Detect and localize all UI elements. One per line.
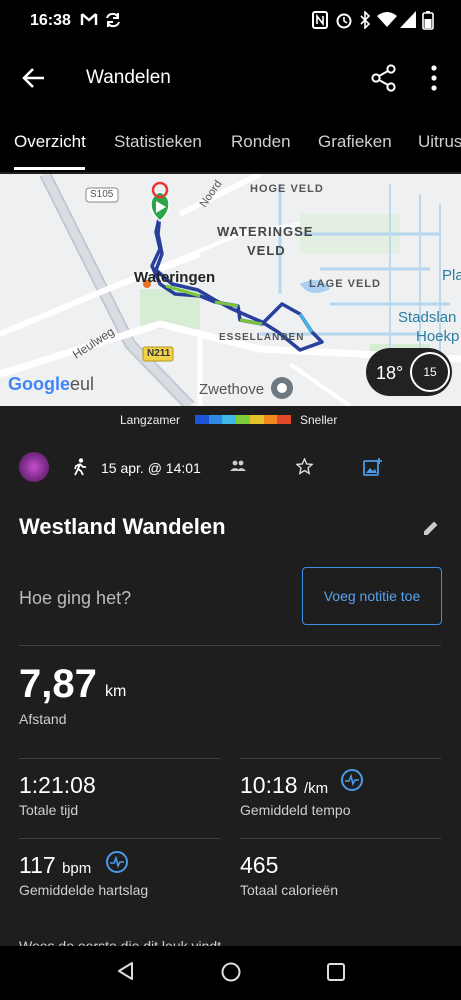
weather-temperature: 18° <box>376 363 404 383</box>
pace-label: Gemiddeld tempo <box>240 802 351 818</box>
status-bar: 16:38 <box>0 0 461 42</box>
legend-color-segment <box>249 415 264 424</box>
heart-rate-value: 117 <box>19 852 56 878</box>
add-note-button[interactable]: Voeg notitie toe <box>302 567 442 625</box>
battery-icon <box>422 11 434 30</box>
calories-value: 465 <box>240 852 279 878</box>
map-label-wateringse: WATERINGSE <box>217 224 314 239</box>
system-nav-bar <box>0 946 461 1000</box>
arrow-back-icon <box>22 68 44 88</box>
distance-label: Afstand <box>19 711 67 727</box>
pace-value-group: 10:18 /km <box>240 772 328 799</box>
map-label-hoge-veld: HOGE VELD <box>250 183 324 195</box>
more-vert-icon <box>431 65 437 91</box>
map-label-stadslan: Stadslan <box>398 309 457 326</box>
divider <box>240 838 441 839</box>
tab-bar: Overzicht Statistieken Ronden Grafieken … <box>0 114 461 172</box>
heart-rate-chart-icon[interactable] <box>106 851 128 873</box>
legend-color-segment <box>236 415 250 424</box>
map-label-lage-veld: LAGE VELD <box>309 278 381 290</box>
pace-legend: Langzamer Sneller <box>0 408 461 432</box>
divider <box>19 838 220 839</box>
calories-label: Totaal calorieën <box>240 882 339 898</box>
google-logo-text: Google <box>8 374 70 394</box>
tab-statistieken[interactable]: Statistieken <box>114 132 202 152</box>
total-time-label: Totale tijd <box>19 802 79 818</box>
heart-rate-unit: bpm <box>62 860 92 877</box>
signal-icon <box>400 11 416 28</box>
walking-icon <box>74 458 86 476</box>
wind-direction-dial: 15 <box>410 352 450 392</box>
wind-speed: 15 <box>423 365 437 379</box>
add-photo-icon[interactable] <box>363 457 383 477</box>
legend-faster-label: Sneller <box>300 413 338 427</box>
app-bar: Wandelen <box>0 42 461 114</box>
status-time: 16:38 <box>30 12 71 29</box>
tab-indicator <box>14 167 85 170</box>
share-button[interactable] <box>362 56 406 100</box>
share-icon <box>371 64 396 92</box>
legend-slower-label: Langzamer <box>120 413 181 427</box>
activity-title: Westland Wandelen <box>19 514 226 539</box>
nav-home-icon[interactable] <box>219 960 243 984</box>
legend-color-segment <box>263 415 278 424</box>
more-options-button[interactable] <box>414 56 454 100</box>
back-button[interactable] <box>12 56 56 100</box>
map-label-wateringen: Wateringen <box>134 269 216 286</box>
alarm-icon <box>336 13 352 29</box>
wifi-icon <box>377 12 397 27</box>
activity-info-row: 15 apr. @ 14:01 <box>0 448 461 488</box>
map-label-hoekp: Hoekp <box>416 328 460 345</box>
edit-icon[interactable] <box>422 519 440 537</box>
activity-date: 15 apr. @ 14:01 <box>101 460 201 476</box>
map-label-veld: VELD <box>247 243 286 258</box>
nfc-icon <box>312 11 328 29</box>
sync-icon <box>106 12 120 28</box>
avatar[interactable] <box>19 452 49 482</box>
bluetooth-icon <box>360 11 371 29</box>
people-icon[interactable] <box>230 459 246 473</box>
legend-color-segment <box>195 415 209 424</box>
distance-unit: km <box>105 683 127 700</box>
pace-chart-icon[interactable] <box>341 769 363 791</box>
gmail-icon <box>80 13 98 25</box>
tab-ronden[interactable]: Ronden <box>231 132 291 152</box>
divider <box>240 758 441 759</box>
feeling-question: Hoe ging het? <box>19 588 132 608</box>
legend-color-segment <box>222 415 237 424</box>
star-icon[interactable] <box>296 458 313 475</box>
map-label-pla: Pla <box>442 267 461 284</box>
map-road-n211: N211 <box>147 348 171 359</box>
heart-rate-label: Gemiddelde hartslag <box>19 882 149 898</box>
divider <box>19 758 220 759</box>
nav-back-icon[interactable] <box>114 959 138 983</box>
map-label-zwethove: Zwethove <box>199 381 265 398</box>
map-label-eul: eul <box>70 374 95 394</box>
map-road-s105: S105 <box>90 189 114 200</box>
distance-value: 7,87 <box>19 662 97 706</box>
map-label-essellanden: ESSELLANDEN <box>219 332 305 343</box>
heart-rate-value-group: 117 bpm <box>19 852 91 879</box>
google-logo: Googleeul <box>8 374 94 395</box>
page-title: Wandelen <box>86 67 171 88</box>
divider <box>19 645 441 646</box>
pace-color-bar <box>195 415 292 424</box>
tab-grafieken[interactable]: Grafieken <box>318 132 392 152</box>
pace-unit: /km <box>303 780 329 797</box>
weather-widget: 18° 15 <box>366 348 452 396</box>
nav-recents-icon[interactable] <box>326 962 346 982</box>
pace-value: 10:18 <box>240 772 298 798</box>
tab-overzicht[interactable]: Overzicht <box>14 132 86 152</box>
tab-uitrusting[interactable]: Uitrus <box>418 132 461 152</box>
total-time-value: 1:21:08 <box>19 772 96 798</box>
legend-color-segment <box>208 415 223 424</box>
legend-color-segment <box>277 415 292 424</box>
